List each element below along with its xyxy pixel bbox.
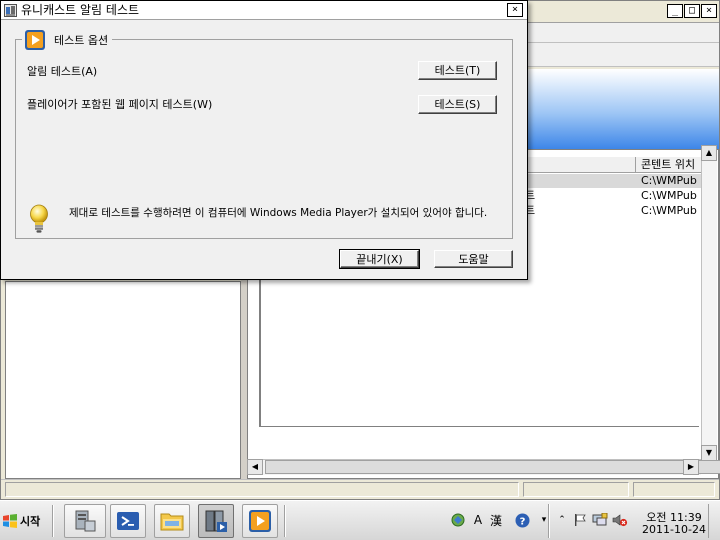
list-header-location[interactable]: 콘텐트 위치 <box>635 157 701 173</box>
details-frame <box>259 271 699 427</box>
requirement-note: 제대로 테스트를 수행하려면 이 컴퓨터에 Windows Media Play… <box>69 207 488 219</box>
taskbar-explorer[interactable] <box>154 504 190 538</box>
network-icon[interactable] <box>592 512 608 528</box>
dialog-titlebar[interactable]: 유니캐스트 알림 테스트 × <box>1 1 527 20</box>
svg-text:?: ? <box>519 516 525 527</box>
ime-hanja-toggle[interactable]: 漢 <box>488 512 504 528</box>
scroll-thumb[interactable] <box>265 460 720 474</box>
dialog-title: 유니캐스트 알림 테스트 <box>21 3 140 17</box>
start-button[interactable]: 시작 <box>2 509 48 533</box>
server-manager-icon <box>75 510 96 532</box>
list-row[interactable]: 트 C:\WMPub <box>525 189 701 203</box>
volume-muted-icon[interactable] <box>612 512 628 528</box>
taskbar-separator <box>52 505 54 537</box>
row-location: C:\WMPub <box>641 174 697 187</box>
notify-test-button[interactable]: 테스트(T) <box>418 61 497 80</box>
background-window-controls: _ □ × <box>667 4 717 18</box>
clock-date[interactable]: 2011-10-24 <box>638 523 710 536</box>
question-icon: ? <box>515 513 529 527</box>
speaker-mute-icon <box>612 514 628 527</box>
scroll-up-button[interactable]: ▲ <box>701 145 717 161</box>
webpage-test-label: 플레이어가 포함된 웹 페이지 테스트(W) <box>27 98 213 111</box>
close-button[interactable]: × <box>701 4 717 18</box>
ime-globe-icon <box>451 513 465 527</box>
row-name: 트 <box>525 204 536 217</box>
row-location: C:\WMPub <box>641 204 697 217</box>
close-dialog-button[interactable]: 끝내기(X) <box>339 249 420 269</box>
taskbar-powershell[interactable] <box>110 504 146 538</box>
dialog-close-button[interactable]: × <box>507 3 523 17</box>
taskbar-server-manager[interactable] <box>64 504 106 538</box>
scroll-down-button[interactable]: ▼ <box>701 445 717 461</box>
list-row[interactable]: C:\WMPub <box>525 174 701 188</box>
help-icon[interactable]: ? <box>514 512 530 528</box>
ime-status-icon[interactable] <box>450 512 466 528</box>
horizontal-scrollbar[interactable]: ◀ ▶ <box>247 459 720 475</box>
taskbar-separator <box>284 505 286 537</box>
scroll-right-button[interactable]: ▶ <box>683 459 699 475</box>
media-player-icon <box>25 30 45 50</box>
taskbar-media-player[interactable] <box>242 504 278 538</box>
vertical-scrollbar[interactable]: ▲ ▼ <box>701 145 717 461</box>
webpage-test-button[interactable]: 테스트(S) <box>418 95 497 114</box>
dialog-app-icon <box>4 4 17 17</box>
tray-separator <box>548 504 550 538</box>
status-bar <box>1 479 719 499</box>
unicast-test-dialog: 유니캐스트 알림 테스트 × 테스트 옵션 알림 테스트(A) 테스트(T) 플… <box>0 0 528 280</box>
wms-admin-icon <box>205 510 227 532</box>
group-title: 테스트 옵션 <box>54 34 109 47</box>
start-label: 시작 <box>20 515 41 528</box>
notify-test-label: 알림 테스트(A) <box>27 65 98 78</box>
status-panel <box>633 482 715 497</box>
media-player-icon <box>249 510 271 532</box>
background-banner <box>525 69 719 149</box>
list-row[interactable]: 트 C:\WMPub <box>525 204 701 218</box>
action-center-flag-icon[interactable] <box>572 512 588 528</box>
powershell-icon <box>117 512 139 530</box>
windows-logo-icon <box>3 514 17 528</box>
minimize-button[interactable]: _ <box>667 4 683 18</box>
system-tray: A 漢 ? ▾ ⌃ 오전 11:39 2011-10-24 <box>444 504 718 538</box>
group-legend: 테스트 옵션 <box>22 27 113 53</box>
help-button[interactable]: 도움말 <box>434 250 513 268</box>
lightbulb-icon <box>30 204 48 233</box>
taskbar-wms-admin[interactable] <box>198 504 234 538</box>
flag-icon <box>575 514 586 526</box>
show-desktop-button[interactable] <box>708 504 718 538</box>
status-panel <box>5 482 519 497</box>
taskbar: 시작 A 漢 ? ▾ ⌃ 오전 11:39 2011-10-24 <box>0 500 720 540</box>
list-header-name[interactable] <box>525 157 635 173</box>
show-hidden-icons-button[interactable]: ⌃ <box>554 512 570 528</box>
status-panel <box>523 482 629 497</box>
maximize-button[interactable]: □ <box>684 4 700 18</box>
row-location: C:\WMPub <box>641 189 697 202</box>
explorer-icon <box>160 513 184 531</box>
list-header: 콘텐트 위치 <box>525 157 701 173</box>
row-name: 트 <box>525 189 536 202</box>
ime-alpha-toggle[interactable]: A <box>470 512 486 528</box>
scroll-left-button[interactable]: ◀ <box>247 459 263 475</box>
tree-pane[interactable] <box>5 281 241 479</box>
network-computer-icon <box>592 513 608 526</box>
